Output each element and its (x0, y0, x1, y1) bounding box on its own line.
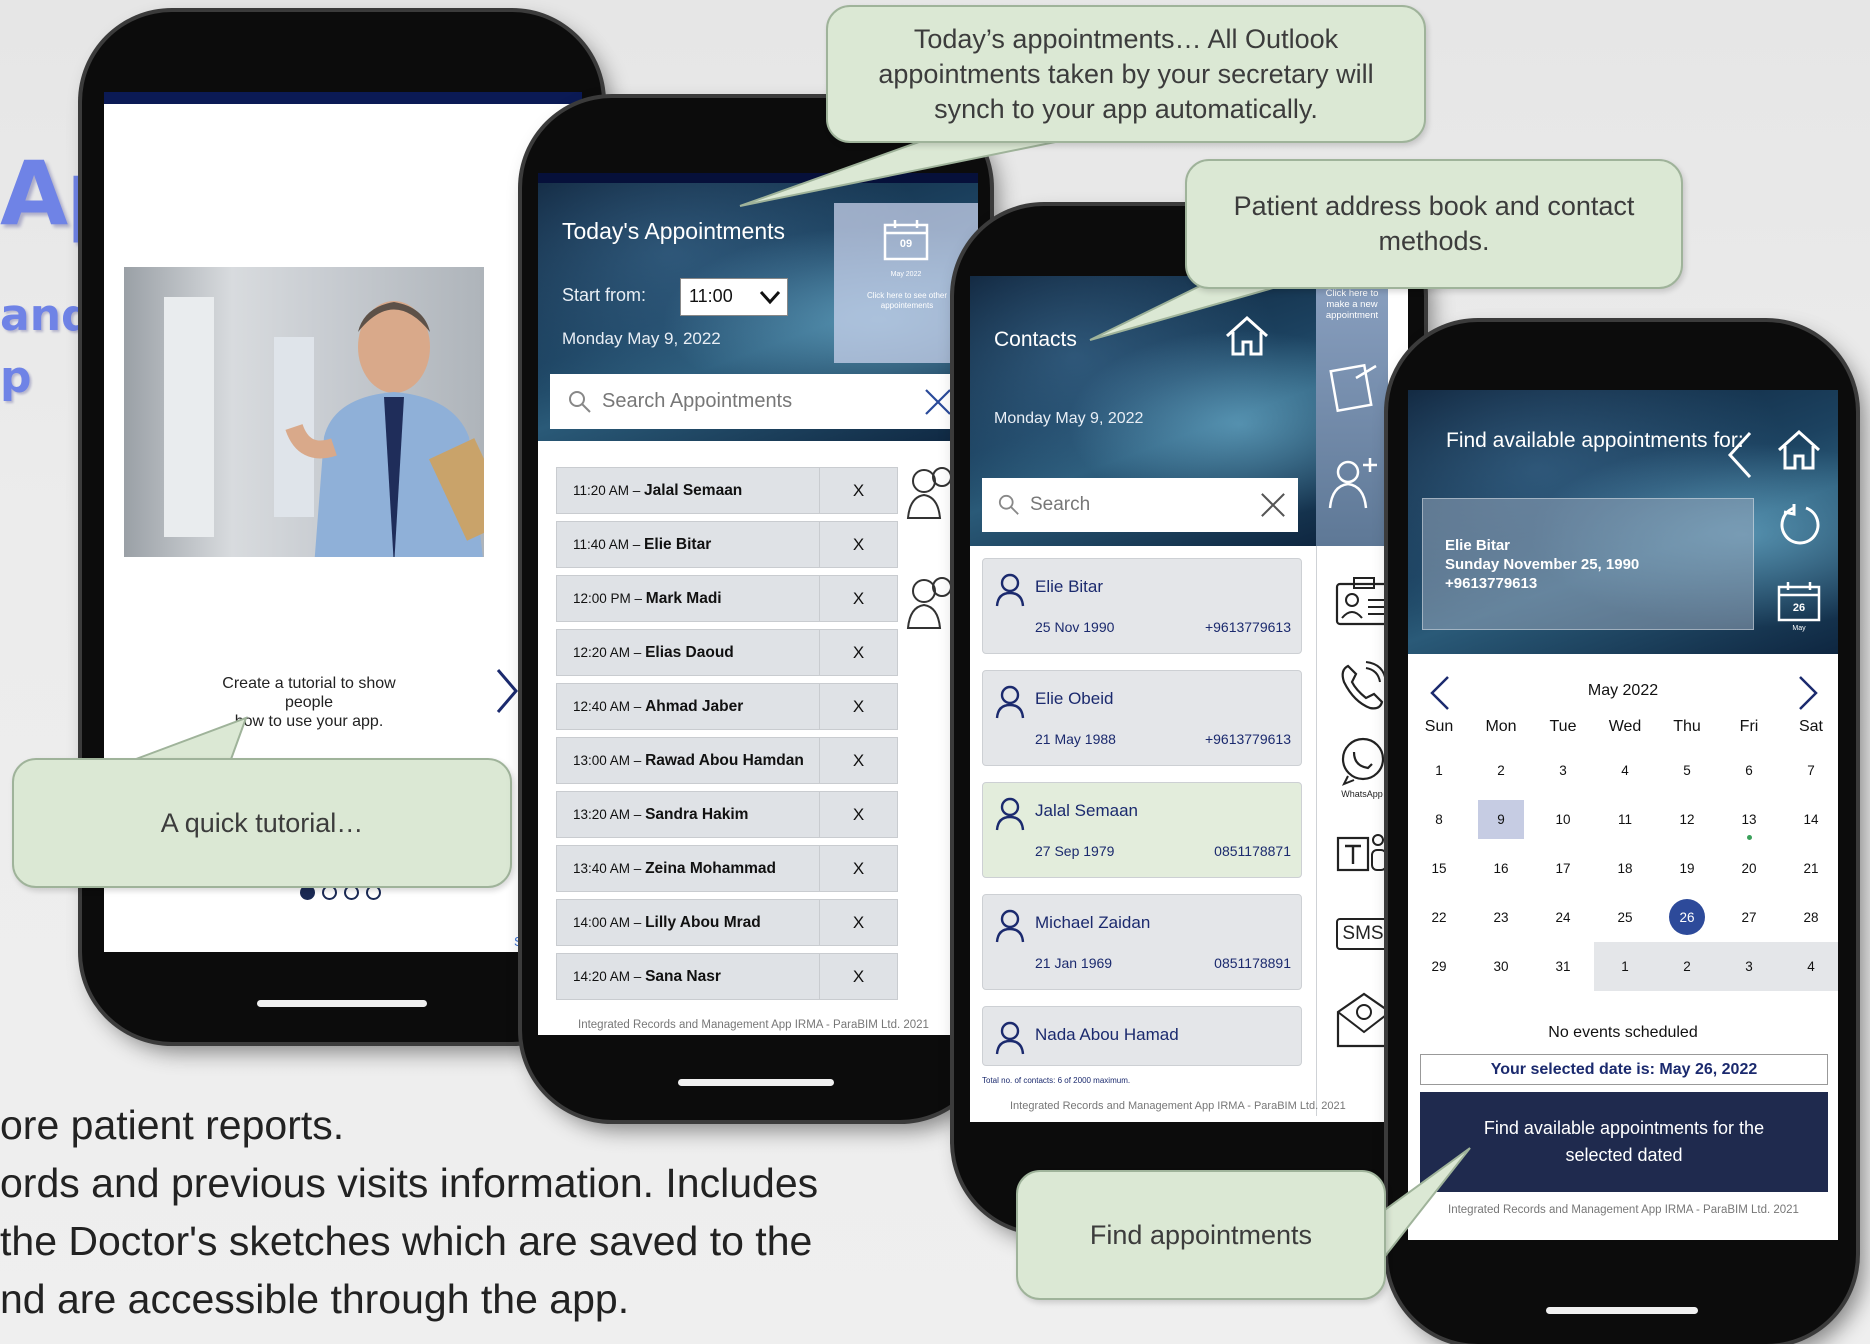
slide-body-text: ore patient reports. ords and previous v… (0, 1102, 819, 1322)
callout-find: Find appointments (1016, 1170, 1386, 1300)
